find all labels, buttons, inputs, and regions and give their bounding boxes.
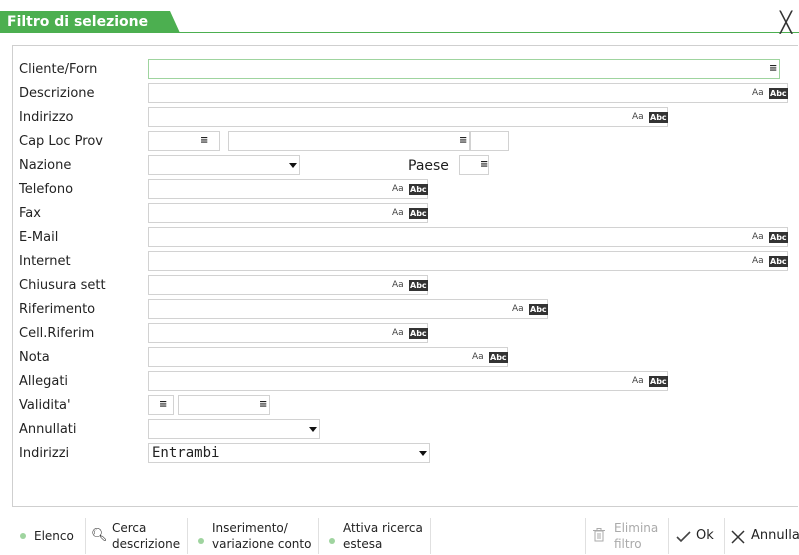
elimina-filtro-button[interactable]: Elimina filtro xyxy=(588,518,666,554)
indirizzi-select[interactable]: Entrambi xyxy=(148,443,430,463)
telefono-field[interactable]: Aa Abc xyxy=(148,179,428,199)
label-internet: Internet xyxy=(19,254,71,269)
title-divider xyxy=(0,32,799,33)
allegati-field[interactable]: Aa Abc xyxy=(148,371,668,391)
label-validita: Validita' xyxy=(19,398,71,413)
toolbar-separator xyxy=(585,518,586,554)
label-fax: Fax xyxy=(19,206,41,221)
status-dot xyxy=(20,533,26,539)
chevron-down-icon[interactable] xyxy=(419,451,427,456)
nota-field[interactable]: Aa Abc xyxy=(148,347,508,367)
label-allegati: Allegati xyxy=(19,374,69,389)
chiusura-sett-field[interactable]: Aa Abc xyxy=(148,275,428,295)
lookup-icon[interactable]: ≡ xyxy=(200,136,208,146)
annullati-select[interactable] xyxy=(148,419,320,439)
label-nota: Nota xyxy=(19,350,50,365)
paese-field[interactable]: ≡ xyxy=(459,155,489,175)
toolbar-separator xyxy=(187,518,188,554)
nazione-select[interactable] xyxy=(148,155,300,175)
abc-icon[interactable]: Abc xyxy=(649,112,668,123)
lookup-icon[interactable]: ≡ xyxy=(159,400,167,410)
chevron-down-icon[interactable] xyxy=(309,427,317,432)
case-icon[interactable]: Aa xyxy=(632,111,644,123)
cliente-forn-field[interactable]: ≡ xyxy=(148,59,780,79)
abc-icon[interactable]: Abc xyxy=(409,280,428,291)
close-icon xyxy=(731,530,745,544)
label-annullati: Annullati xyxy=(19,422,77,437)
inserimento-variazione-button[interactable]: Inserimento/ variazione conto xyxy=(190,518,316,554)
email-field[interactable]: Aa Abc xyxy=(148,227,788,247)
case-icon[interactable]: Aa xyxy=(632,375,644,387)
validita-to-field[interactable]: ≡ xyxy=(178,395,270,415)
title-bar: Filtro di selezione ╳ xyxy=(0,0,799,34)
cell-riferim-field[interactable]: Aa Abc xyxy=(148,323,428,343)
label-nazione: Nazione xyxy=(19,158,72,173)
case-icon[interactable]: Aa xyxy=(392,327,404,339)
ok-button[interactable]: Ok xyxy=(671,518,721,554)
abc-icon[interactable]: Abc xyxy=(769,232,788,243)
trash-icon xyxy=(593,528,605,542)
close-icon[interactable]: ╳ xyxy=(776,12,796,32)
window-title: Filtro di selezione xyxy=(7,14,149,30)
chevron-down-icon[interactable] xyxy=(289,163,297,168)
annulla-button[interactable]: Annulla xyxy=(727,518,799,554)
label-cell-riferim: Cell.Riferim xyxy=(19,326,95,341)
abc-icon[interactable]: Abc xyxy=(769,88,788,99)
label-riferimento: Riferimento xyxy=(19,302,96,317)
case-icon[interactable]: Aa xyxy=(752,87,764,99)
case-icon[interactable]: Aa xyxy=(752,255,764,267)
abc-icon[interactable]: Abc xyxy=(489,352,508,363)
case-icon[interactable]: Aa xyxy=(392,183,404,195)
abc-icon[interactable]: Abc xyxy=(529,304,548,315)
abc-icon[interactable]: Abc xyxy=(409,328,428,339)
descrizione-field[interactable]: Aa Abc xyxy=(148,83,788,103)
label-descrizione: Descrizione xyxy=(19,86,95,101)
case-icon[interactable]: Aa xyxy=(752,231,764,243)
toolbar-separator xyxy=(318,518,319,554)
case-icon[interactable]: Aa xyxy=(392,279,404,291)
status-dot xyxy=(329,538,335,544)
label-telefono: Telefono xyxy=(19,182,74,197)
validita-from-field[interactable]: ≡ xyxy=(148,395,174,415)
label-cliente-forn: Cliente/Forn xyxy=(19,62,98,77)
abc-icon[interactable]: Abc xyxy=(409,184,428,195)
elenco-button[interactable]: Elenco xyxy=(14,518,84,554)
abc-icon[interactable]: Abc xyxy=(649,376,668,387)
label-indirizzo: Indirizzo xyxy=(19,110,74,125)
label-paese: Paese xyxy=(408,158,449,174)
lookup-icon[interactable]: ≡ xyxy=(480,160,488,170)
abc-icon[interactable]: Abc xyxy=(409,208,428,219)
status-dot xyxy=(198,538,204,544)
indirizzo-field[interactable]: Aa Abc xyxy=(148,107,668,127)
case-icon[interactable]: Aa xyxy=(472,351,484,363)
toolbar-separator xyxy=(668,518,669,554)
lookup-icon[interactable]: ≡ xyxy=(769,64,777,74)
internet-field[interactable]: Aa Abc xyxy=(148,251,788,271)
label-cap-loc-prov: Cap Loc Prov xyxy=(19,134,103,149)
label-chiusura-sett: Chiusura sett xyxy=(19,278,106,293)
fax-field[interactable]: Aa Abc xyxy=(148,203,428,223)
label-indirizzi: Indirizzi xyxy=(19,446,70,461)
label-email: E-Mail xyxy=(19,230,59,245)
abc-icon[interactable]: Abc xyxy=(769,256,788,267)
lookup-icon[interactable]: ≡ xyxy=(259,400,267,410)
check-icon xyxy=(676,531,691,543)
riferimento-field[interactable]: Aa Abc xyxy=(148,299,548,319)
toolbar-separator xyxy=(85,518,86,554)
localita-field[interactable]: ≡ xyxy=(228,131,470,151)
toolbar-separator xyxy=(724,518,725,554)
search-icon: 🔍︎ xyxy=(91,528,108,543)
provincia-field[interactable] xyxy=(470,131,509,151)
cerca-descrizione-button[interactable]: 🔍︎ Cerca descrizione xyxy=(88,518,184,554)
attiva-ricerca-estesa-button[interactable]: Attiva ricerca estesa xyxy=(322,518,428,554)
case-icon[interactable]: Aa xyxy=(512,303,524,315)
toolbar-separator xyxy=(430,518,431,554)
case-icon[interactable]: Aa xyxy=(392,207,404,219)
cap-field[interactable]: ≡ xyxy=(148,131,220,151)
lookup-icon[interactable]: ≡ xyxy=(459,136,467,146)
